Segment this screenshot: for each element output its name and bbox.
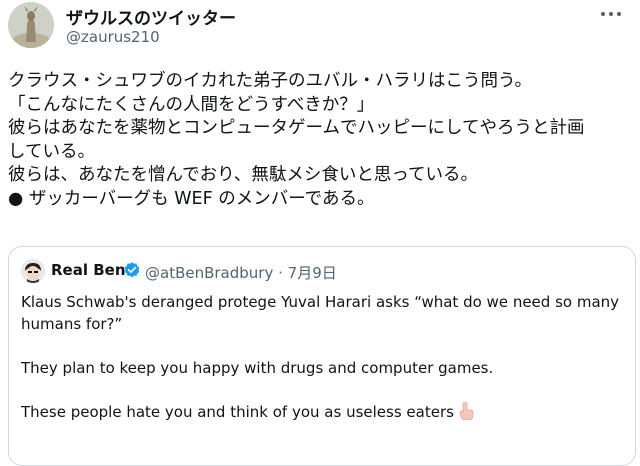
author-handle[interactable]: @zaurus210 [66, 28, 160, 46]
quoted-paragraph: Klaus Schwab's deranged protege Yuval Ha… [21, 293, 620, 333]
quoted-author-name[interactable]: Real Ben [51, 261, 126, 279]
tweet-line: 彼らはあなたを薬物とコンピュータゲームでハッピーにしてやろうと計画 [8, 118, 585, 138]
tweet-line: ● ザッカーバーグも WEF のメンバーである。 [8, 188, 375, 209]
verified-badge-icon [123, 261, 141, 279]
quoted-tweet-card[interactable]: Real Ben @atBenBradbury · 7月9日 Klaus Sch… [8, 246, 636, 466]
tweet-line: 「こんなにたくさんの人間をどうすべきか？」 [8, 94, 375, 115]
quoted-tweet-text: Klaus Schwab's deranged protege Yuval Ha… [21, 291, 621, 426]
quoted-handle-date[interactable]: @atBenBradbury · 7月9日 [145, 262, 337, 283]
author-avatar[interactable] [8, 2, 54, 48]
more-options-icon[interactable] [596, 2, 626, 26]
quoted-paragraph: These people hate you and think of you a… [21, 403, 454, 421]
pointing-down-hand-icon [458, 401, 474, 426]
tweet-line: 彼らは、あなたを憎んでおり、無駄メシ食いと思っている。 [8, 165, 479, 185]
quoted-paragraph: They plan to keep you happy with drugs a… [21, 359, 494, 377]
tweet-line: している。 [8, 141, 95, 162]
quoted-paragraph-last: These people hate you and think of you a… [21, 401, 621, 426]
tweet-line: クラウス・シュワブのイカれた弟子のユバル・ハラリはこう問う。 [8, 71, 532, 91]
tweet-text: クラウス・シュワブのイカれた弟子のユバル・ハラリはこう問う。 「こんなにたくさん… [8, 70, 636, 211]
cartoon-avatar-icon [21, 259, 45, 283]
deer-avatar-icon [8, 2, 54, 48]
author-display-name[interactable]: ザウルスのツイッター [66, 4, 236, 29]
quoted-author-avatar[interactable] [21, 259, 45, 283]
